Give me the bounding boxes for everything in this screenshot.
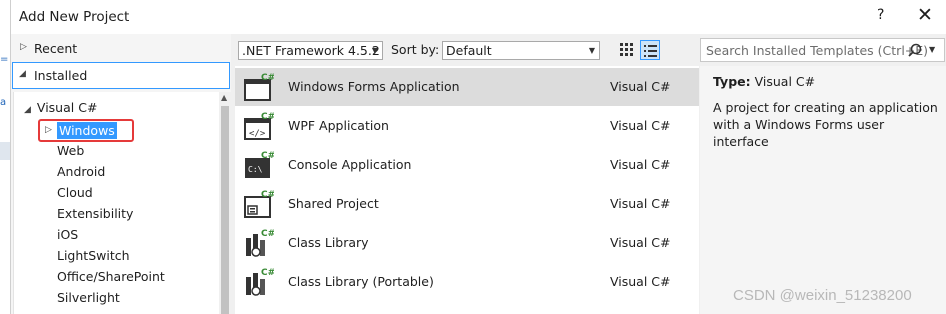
tree-item-web[interactable]: Web — [57, 141, 84, 161]
svg-text:C#: C# — [261, 268, 274, 278]
portable-class-library-icon: C# — [246, 268, 274, 296]
template-row-console[interactable]: C:\ C# Console Application Visual C# — [235, 146, 699, 184]
template-row-windows-forms[interactable]: C# Windows Forms Application Visual C# — [235, 68, 699, 106]
sort-value: Default — [446, 43, 492, 58]
template-language: Visual C# — [610, 79, 671, 94]
template-tree: ◢ Visual C# ▷ Windows Web Android Cloud E… — [13, 92, 219, 314]
svg-text:C#: C# — [261, 112, 274, 122]
add-new-project-dialog: Add New Project ? ✕ ▷ Recent ◢ Installed… — [11, 0, 946, 314]
template-description: A project for creating an application wi… — [713, 100, 938, 149]
nav-installed-label: Installed — [34, 68, 88, 83]
search-templates-input[interactable]: Search Installed Templates (Ctrl+E) ▼ — [700, 38, 945, 62]
class-library-icon: C# — [246, 229, 274, 257]
tree-item-label: Visual C# — [36, 100, 98, 115]
tree-item-cloud[interactable]: Cloud — [57, 183, 93, 203]
list-view-button[interactable] — [640, 40, 660, 60]
close-button[interactable]: ✕ — [917, 4, 933, 26]
nav-recent[interactable]: ▷ Recent — [11, 38, 231, 60]
template-name: WPF Application — [288, 118, 389, 133]
shared-project-icon: C# — [244, 190, 274, 218]
template-row-wpf[interactable]: </> C# WPF Application Visual C# — [235, 107, 699, 145]
dialog-title: Add New Project — [19, 9, 130, 25]
template-row-class-library-portable[interactable]: C# Class Library (Portable) Visual C# — [235, 263, 699, 301]
framework-dropdown[interactable]: .NET Framework 4.5.2 ▼ — [238, 41, 383, 60]
template-row-shared-project[interactable]: C# Shared Project Visual C# — [235, 185, 699, 223]
template-language: Visual C# — [610, 274, 671, 289]
template-name: Class Library (Portable) — [288, 274, 434, 289]
tree-item-visual-csharp[interactable]: ◢ Visual C# — [24, 98, 97, 118]
nav-installed[interactable]: ◢ Installed — [12, 62, 230, 89]
grid-view-icon — [620, 43, 633, 56]
scrollbar-thumb[interactable] — [221, 106, 229, 314]
tree-item-ios[interactable]: iOS — [57, 225, 78, 245]
template-name: Windows Forms Application — [288, 79, 460, 94]
svg-text:C#: C# — [261, 229, 274, 239]
search-placeholder: Search Installed Templates (Ctrl+E) — [706, 43, 929, 58]
tree-item-label: Windows — [57, 122, 117, 139]
chevron-down-icon: ▼ — [371, 46, 378, 55]
template-language: Visual C# — [610, 235, 671, 250]
svg-text:C#: C# — [261, 151, 274, 161]
chevron-down-icon: ▼ — [588, 46, 595, 55]
tree-item-windows[interactable]: ▷ Windows — [38, 119, 134, 142]
tree-item-office-sharepoint[interactable]: Office/SharePoint — [57, 267, 165, 287]
template-list: C# Windows Forms Application Visual C# <… — [235, 66, 699, 314]
editor-gutter: = a — [0, 0, 11, 314]
template-language: Visual C# — [610, 118, 671, 133]
expand-arrow-icon[interactable]: ▷ — [20, 42, 27, 52]
type-value: Visual C# — [754, 74, 816, 89]
template-name: Console Application — [288, 157, 412, 172]
expand-arrow-icon[interactable]: ▷ — [45, 121, 52, 140]
chevron-down-icon[interactable]: ▼ — [929, 42, 935, 58]
template-type: Type: Visual C# — [713, 74, 815, 89]
template-details-panel: Type: Visual C# A project for creating a… — [700, 66, 946, 314]
winforms-icon: C# — [244, 73, 274, 101]
wpf-icon: </> C# — [244, 112, 274, 140]
tree-item-android[interactable]: Android — [57, 162, 105, 182]
template-row-class-library[interactable]: C# Class Library Visual C# — [235, 224, 699, 262]
collapse-arrow-icon[interactable]: ◢ — [19, 69, 26, 79]
template-language: Visual C# — [610, 157, 671, 172]
tree-item-extensibility[interactable]: Extensibility — [57, 204, 133, 224]
template-toolbar: .NET Framework 4.5.2 ▼ Sort by: Default … — [231, 34, 699, 66]
gutter-highlight — [0, 142, 10, 160]
watermark: CSDN @weixin_51238200 — [733, 287, 912, 304]
gutter-char: = — [0, 54, 9, 65]
collapse-arrow-icon[interactable]: ◢ — [24, 105, 31, 115]
template-name: Shared Project — [288, 196, 379, 211]
scroll-up-icon[interactable]: ▲ — [221, 93, 227, 102]
gutter-char: a — [0, 97, 7, 108]
tree-scrollbar[interactable]: ▲ — [219, 92, 231, 314]
tree-item-lightswitch[interactable]: LightSwitch — [57, 246, 130, 266]
template-navigation: ▷ Recent ◢ Installed ◢ Visual C# ▷ Window… — [11, 34, 231, 314]
framework-value: .NET Framework 4.5.2 — [242, 43, 380, 58]
template-language: Visual C# — [610, 196, 671, 211]
svg-text:C:\: C:\ — [248, 165, 263, 174]
svg-text:C#: C# — [261, 73, 274, 83]
search-icon[interactable] — [907, 42, 923, 58]
help-button[interactable]: ? — [877, 7, 884, 23]
tree-item-silverlight[interactable]: Silverlight — [57, 288, 120, 308]
svg-text:C#: C# — [261, 190, 274, 200]
nav-recent-label: Recent — [34, 41, 78, 56]
title-bar: Add New Project ? ✕ — [11, 0, 946, 34]
template-name: Class Library — [288, 235, 369, 250]
sort-label: Sort by: — [391, 42, 440, 57]
svg-text:</>: </> — [249, 129, 266, 139]
type-label: Type: — [713, 74, 751, 89]
grid-view-button[interactable] — [617, 40, 637, 60]
list-view-icon — [644, 45, 657, 57]
console-icon: C:\ C# — [245, 151, 274, 178]
sort-dropdown[interactable]: Default ▼ — [442, 41, 600, 60]
